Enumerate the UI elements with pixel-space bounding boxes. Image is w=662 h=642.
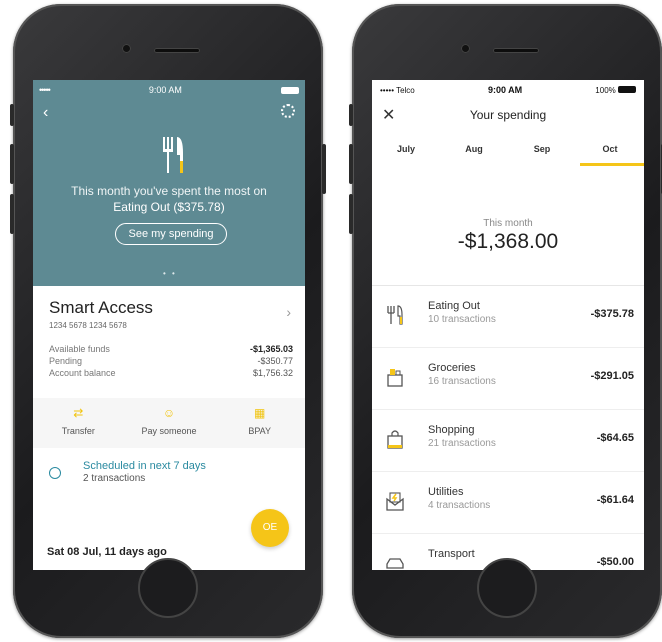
mute-switch	[349, 104, 353, 126]
category-amount: -$64.65	[596, 432, 634, 444]
category-amount: -$375.78	[590, 308, 634, 320]
battery-group: 100%	[595, 85, 636, 95]
this-month-label: This month	[483, 218, 533, 229]
account-name: Smart Access	[49, 298, 153, 317]
bpay-button[interactable]: ▦ BPAY	[214, 398, 305, 448]
page-indicator: • •	[163, 269, 177, 278]
category-row-eating-out[interactable]: Eating Out 10 transactions -$375.78	[372, 286, 644, 348]
action-label: Pay someone	[141, 426, 197, 436]
insight-hero: ••••• 9:00 AM ‹ This month you've spent …	[33, 80, 305, 286]
category-transactions: 21 transactions	[428, 438, 496, 449]
category-amount: -$50.00	[596, 556, 634, 568]
balance-label: Pending	[49, 356, 83, 366]
category-amount: -$61.64	[596, 494, 634, 506]
front-camera	[461, 44, 470, 53]
tab-july[interactable]: July	[372, 140, 440, 166]
tab-sep[interactable]: Sep	[508, 140, 576, 166]
balance-row: Account balance $1,756.32	[49, 368, 293, 380]
shopping-bag-icon	[387, 430, 403, 449]
settings-gear-icon[interactable]	[281, 104, 295, 118]
close-icon[interactable]: ✕	[382, 106, 395, 126]
tab-oct[interactable]: Oct	[576, 140, 644, 166]
tab-aug[interactable]: Aug	[440, 140, 508, 166]
volume-up-button	[349, 144, 353, 184]
volume-down-button	[10, 194, 14, 234]
category-name: Utilities	[428, 486, 464, 498]
category-row-shopping[interactable]: Shopping 21 transactions -$64.65	[372, 410, 644, 472]
insight-message: This month you've spent the most on Eati…	[53, 183, 285, 215]
balance-value: -$350.77	[257, 356, 293, 366]
earpiece-speaker	[493, 48, 539, 53]
groceries-icon	[387, 369, 403, 387]
volume-down-button	[349, 194, 353, 234]
quick-actions: ⇄ Transfer ☺ Pay someone ▦ BPAY	[33, 398, 305, 448]
utilities-icon	[386, 492, 404, 511]
category-amount: -$291.05	[590, 370, 634, 382]
scheduled-subtitle: 2 transactions	[83, 473, 146, 484]
category-row-utilities[interactable]: Utilities 4 transactions -$61.64	[372, 472, 644, 534]
battery-icon	[618, 85, 636, 93]
see-my-spending-button[interactable]: See my spending	[115, 223, 227, 245]
category-transactions: 10 transactions	[428, 314, 496, 325]
category-transactions: 16 transactions	[428, 376, 496, 387]
balance-row: Pending -$350.77	[49, 356, 293, 368]
balance-label: Available funds	[49, 344, 110, 354]
person-icon: ☺	[162, 406, 176, 420]
pay-someone-button[interactable]: ☺ Pay someone	[124, 398, 215, 448]
left-screen: ••••• 9:00 AM ‹ This month you've spent …	[33, 80, 305, 570]
category-name: Groceries	[428, 362, 476, 374]
category-row-groceries[interactable]: Groceries 16 transactions -$291.05	[372, 348, 644, 410]
right-phone: ••••• Telco 9:00 AM 100% Your spending ✕…	[349, 4, 662, 638]
status-bar: ••••• 9:00 AM	[39, 84, 299, 96]
power-button	[322, 144, 326, 194]
transfer-button[interactable]: ⇄ Transfer	[33, 398, 124, 448]
volume-up-button	[10, 144, 14, 184]
date-header: Sat 08 Jul, 11 days ago	[47, 546, 167, 558]
insight-prefix: This month you've spent the most on	[71, 184, 267, 198]
carrier-label: ••••• Telco	[380, 85, 415, 95]
balance-row: Available funds -$1,365.03	[49, 344, 293, 356]
floating-action-button[interactable]: OE	[251, 509, 289, 547]
front-camera	[122, 44, 131, 53]
category-name: Transport	[428, 548, 475, 560]
home-button[interactable]	[138, 558, 198, 618]
signal-dots: •••••	[39, 85, 51, 95]
battery-percent: 100%	[595, 85, 616, 95]
account-number: 1234 5678 1234 5678	[49, 321, 127, 330]
cutlery-icon	[387, 305, 403, 325]
chevron-right-icon[interactable]: ›	[286, 304, 291, 320]
status-time: 9:00 AM	[148, 85, 182, 95]
scheduled-title: Scheduled in next 7 days	[83, 460, 206, 472]
category-name: Eating Out	[428, 300, 480, 312]
account-card[interactable]: Smart Access 1234 5678 1234 5678 › Avail…	[33, 286, 305, 398]
balance-label: Account balance	[49, 368, 116, 378]
home-button[interactable]	[477, 558, 537, 618]
insight-amount: ($375.78)	[173, 200, 225, 214]
clock-icon	[49, 467, 61, 479]
transfer-icon: ⇄	[73, 406, 84, 420]
insight-category: Eating Out	[113, 200, 170, 214]
action-label: Transfer	[61, 426, 95, 436]
earpiece-speaker	[154, 48, 200, 53]
status-time: 9:00 AM	[487, 85, 523, 95]
month-tabs: July Aug Sep Oct	[372, 140, 644, 166]
mute-switch	[10, 104, 14, 126]
back-chevron-icon[interactable]: ‹	[43, 104, 48, 122]
balance-value: -$1,365.03	[249, 344, 293, 354]
nav-header: Your spending ✕	[372, 106, 644, 126]
status-bar: ••••• Telco 9:00 AM 100%	[380, 84, 636, 96]
scheduled-transactions[interactable]: Scheduled in next 7 days 2 transactions	[33, 448, 305, 500]
page-title: Your spending	[469, 108, 547, 122]
bpay-icon: ▦	[254, 406, 266, 420]
battery-icon	[280, 86, 299, 94]
total-spending: -$1,368.00	[457, 230, 559, 253]
cutlery-icon	[163, 137, 183, 173]
category-transactions: 4 transactions	[428, 500, 491, 511]
action-label: BPAY	[248, 426, 272, 436]
balance-value: $1,756.32	[252, 368, 293, 378]
left-phone: ••••• 9:00 AM ‹ This month you've spent …	[10, 4, 326, 638]
right-screen: ••••• Telco 9:00 AM 100% Your spending ✕…	[372, 80, 644, 570]
category-name: Shopping	[428, 424, 475, 436]
car-icon	[386, 558, 404, 569]
